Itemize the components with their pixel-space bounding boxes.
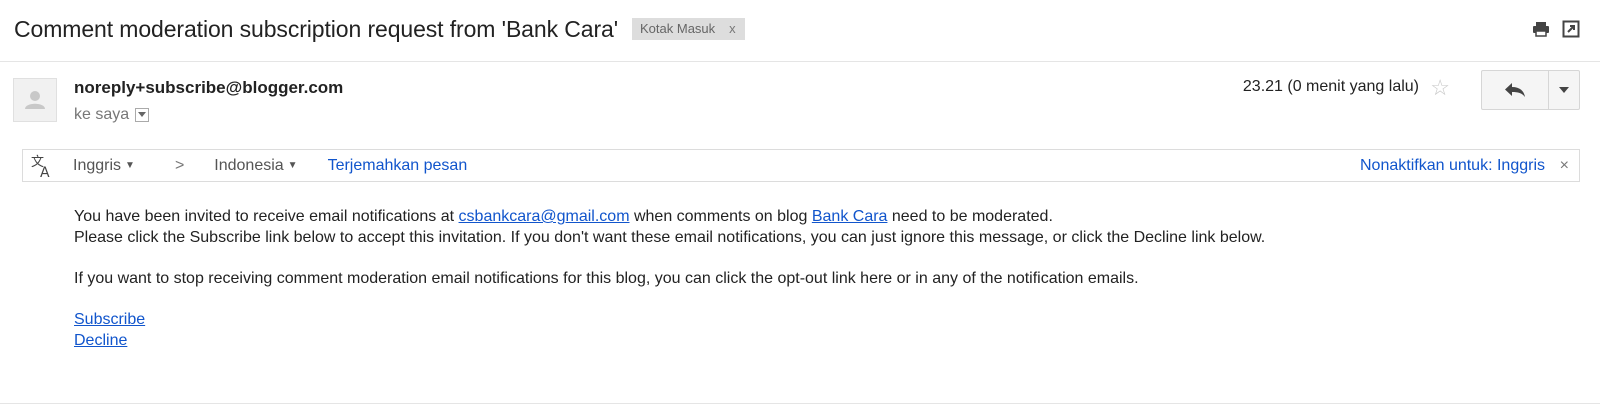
caret-down-icon: ▼ [287,160,298,171]
translate-bar: 文A Inggris ▼ > Indonesia ▼ Terjemahkan p… [22,149,1580,182]
blog-link[interactable]: Bank Cara [812,208,888,225]
print-icon[interactable] [1532,20,1550,38]
open-in-new-window-icon[interactable] [1562,20,1580,38]
person-icon [25,91,45,109]
avatar[interactable] [13,78,57,122]
arrow-right-icon: > [174,156,185,174]
top-icons [1532,20,1580,38]
disable-translation-link[interactable]: Nonaktifkan untuk: Inggris [1360,157,1545,175]
source-language-label: Inggris [73,156,122,174]
subject-bar: Comment moderation subscription request … [14,14,1580,44]
sender-email[interactable]: noreply+subscribe@blogger.com [74,78,343,98]
email-subject: Comment moderation subscription request … [14,15,619,42]
label-text: Kotak Masuk [640,21,716,36]
message-timestamp: 23.21 (0 menit yang lalu) [1242,78,1419,95]
decline-link[interactable]: Decline [74,332,127,349]
chevron-down-icon [138,112,147,117]
body-text: need to be moderated. [887,208,1053,225]
inbox-label-chip[interactable]: Kotak Masuk x [632,18,745,40]
star-icon[interactable]: ☆ [1430,75,1450,101]
divider [0,403,1600,404]
chevron-down-icon [1559,87,1569,93]
more-actions-button[interactable] [1549,71,1579,109]
subscribe-link[interactable]: Subscribe [74,311,145,328]
email-body: You have been invited to receive email n… [74,206,1265,351]
reply-button-group [1481,70,1580,110]
reply-icon [1505,83,1525,97]
body-text: when comments on blog [629,208,812,225]
caret-down-icon: ▼ [125,160,135,171]
divider [0,61,1600,62]
reply-button[interactable] [1482,71,1549,109]
details-dropdown-button[interactable] [135,108,150,122]
recipient-text: ke saya [74,106,130,123]
target-language-label: Indonesia [214,156,284,174]
email-link[interactable]: csbankcara@gmail.com [459,208,630,225]
body-paragraph: You have been invited to receive email n… [74,206,1265,227]
target-language-select[interactable]: Indonesia ▼ [214,157,297,175]
translate-icon: 文A [23,153,63,179]
translate-message-link[interactable]: Terjemahkan pesan [328,157,468,175]
recipient-line: ke saya [74,106,150,124]
svg-text:A: A [40,165,50,179]
body-paragraph: If you want to stop receiving comment mo… [74,270,1139,287]
remove-label-button[interactable]: x [729,18,736,40]
body-paragraph: Please click the Subscribe link below to… [74,229,1266,246]
source-language-select[interactable]: Inggris ▼ [73,157,135,175]
body-text: You have been invited to receive email n… [74,208,459,225]
close-icon[interactable]: × [1560,157,1569,175]
